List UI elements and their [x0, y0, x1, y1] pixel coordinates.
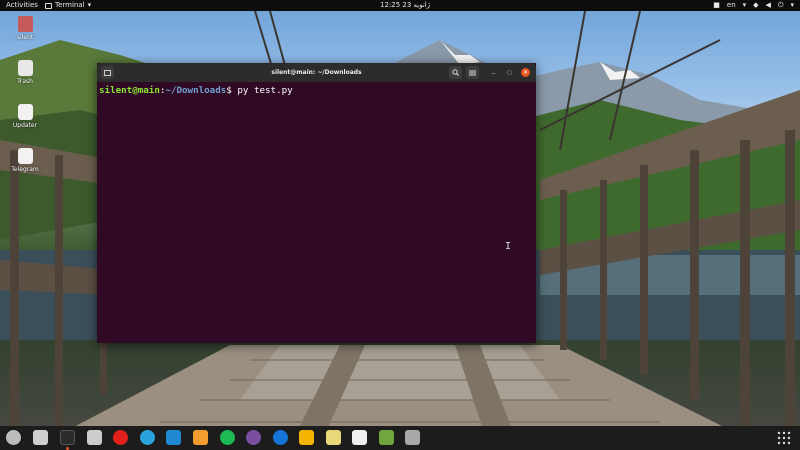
app-menu-label: Terminal	[55, 1, 85, 9]
prompt-user: silent@main	[99, 85, 160, 96]
hamburger-menu-icon	[469, 70, 476, 75]
dock-item-telegram[interactable]	[140, 430, 155, 445]
desktop-icon-label: Trash	[17, 78, 33, 85]
desktop-icon-updater[interactable]: Updater	[5, 104, 45, 129]
desktop-icon-label: silent	[16, 34, 34, 41]
top-bar: Activities Terminal ▾ 12:25 23 ژانویه ■ …	[0, 0, 800, 11]
terminal-window[interactable]: silent@main: ~/Downloads – □ ✕ silent@ma…	[97, 63, 536, 343]
terminal-titlebar[interactable]: silent@main: ~/Downloads – □ ✕	[97, 63, 536, 82]
desktop-icon-trash[interactable]: Trash	[5, 60, 45, 85]
home-folder-icon	[17, 16, 33, 32]
clock[interactable]: 12:25 23 ژانویه	[380, 0, 430, 11]
input-language[interactable]: en	[727, 0, 736, 11]
maximize-icon: □	[507, 69, 512, 76]
apps-grid-icon[interactable]	[777, 431, 791, 445]
desktop-icon-home[interactable]: silent	[5, 16, 45, 41]
updater-icon	[17, 104, 33, 120]
dock-item-opera[interactable]	[113, 430, 128, 445]
chevron-down-icon[interactable]: ▾	[790, 0, 794, 11]
dock-item-blank-app[interactable]	[405, 430, 420, 445]
menu-button[interactable]	[466, 66, 479, 79]
power-icon[interactable]: ⏻	[778, 0, 784, 11]
dock-item-files[interactable]	[33, 430, 48, 445]
dock-item-show-apps[interactable]	[6, 430, 21, 445]
volume-icon[interactable]: ◀	[766, 0, 771, 11]
dock-item-github-desktop[interactable]	[246, 430, 261, 445]
close-button[interactable]: ✕	[521, 68, 530, 77]
activities-button[interactable]: Activities	[6, 0, 38, 11]
network-icon[interactable]: ◆	[753, 0, 758, 11]
desktop-icon-label: Updater	[12, 122, 38, 129]
search-icon	[452, 69, 459, 76]
trash-icon	[17, 60, 33, 76]
dock-item-terminal[interactable]	[60, 430, 75, 445]
text-cursor-icon: I	[505, 241, 512, 252]
dock-item-updater[interactable]	[352, 430, 367, 445]
terminal-icon	[45, 2, 52, 9]
system-tray: ■ en ▾ ◆ ◀ ⏻ ▾	[713, 0, 794, 11]
desktop-icon-label: Telegram	[11, 166, 39, 173]
chevron-down-icon: ▾	[87, 1, 92, 9]
maximize-button[interactable]: □	[505, 68, 514, 77]
telegram-icon	[17, 148, 33, 164]
dock-item-screenshot[interactable]	[87, 430, 102, 445]
dock-item-notes[interactable]	[326, 430, 341, 445]
close-icon: ✕	[522, 69, 529, 76]
dock-item-sublime-text[interactable]	[193, 430, 208, 445]
minimize-button[interactable]: –	[489, 68, 498, 77]
minimize-icon: –	[491, 68, 496, 77]
dock-item-android-sdk[interactable]	[379, 430, 394, 445]
desktop-icon-telegram[interactable]: Telegram	[5, 148, 45, 173]
app-menu-terminal[interactable]: Terminal ▾	[45, 0, 91, 11]
chevron-down-icon[interactable]: ▾	[743, 0, 747, 11]
prompt-path: ~/Downloads	[165, 85, 227, 96]
prompt-symbol: $	[226, 85, 238, 96]
terminal-output[interactable]: silent@main:~/Downloads$ py test.py	[97, 82, 536, 343]
dock-item-spotify[interactable]	[220, 430, 235, 445]
dock-item-app-blue[interactable]	[273, 430, 288, 445]
typed-command: py test.py	[237, 85, 293, 96]
dock-item-text-editor[interactable]	[299, 430, 314, 445]
camera-icon[interactable]: ■	[713, 0, 720, 11]
dock	[0, 426, 800, 450]
prompt-line: silent@main:~/Downloads$ py test.py	[99, 84, 534, 97]
search-button[interactable]	[449, 66, 462, 79]
dock-item-vscode[interactable]	[166, 430, 181, 445]
